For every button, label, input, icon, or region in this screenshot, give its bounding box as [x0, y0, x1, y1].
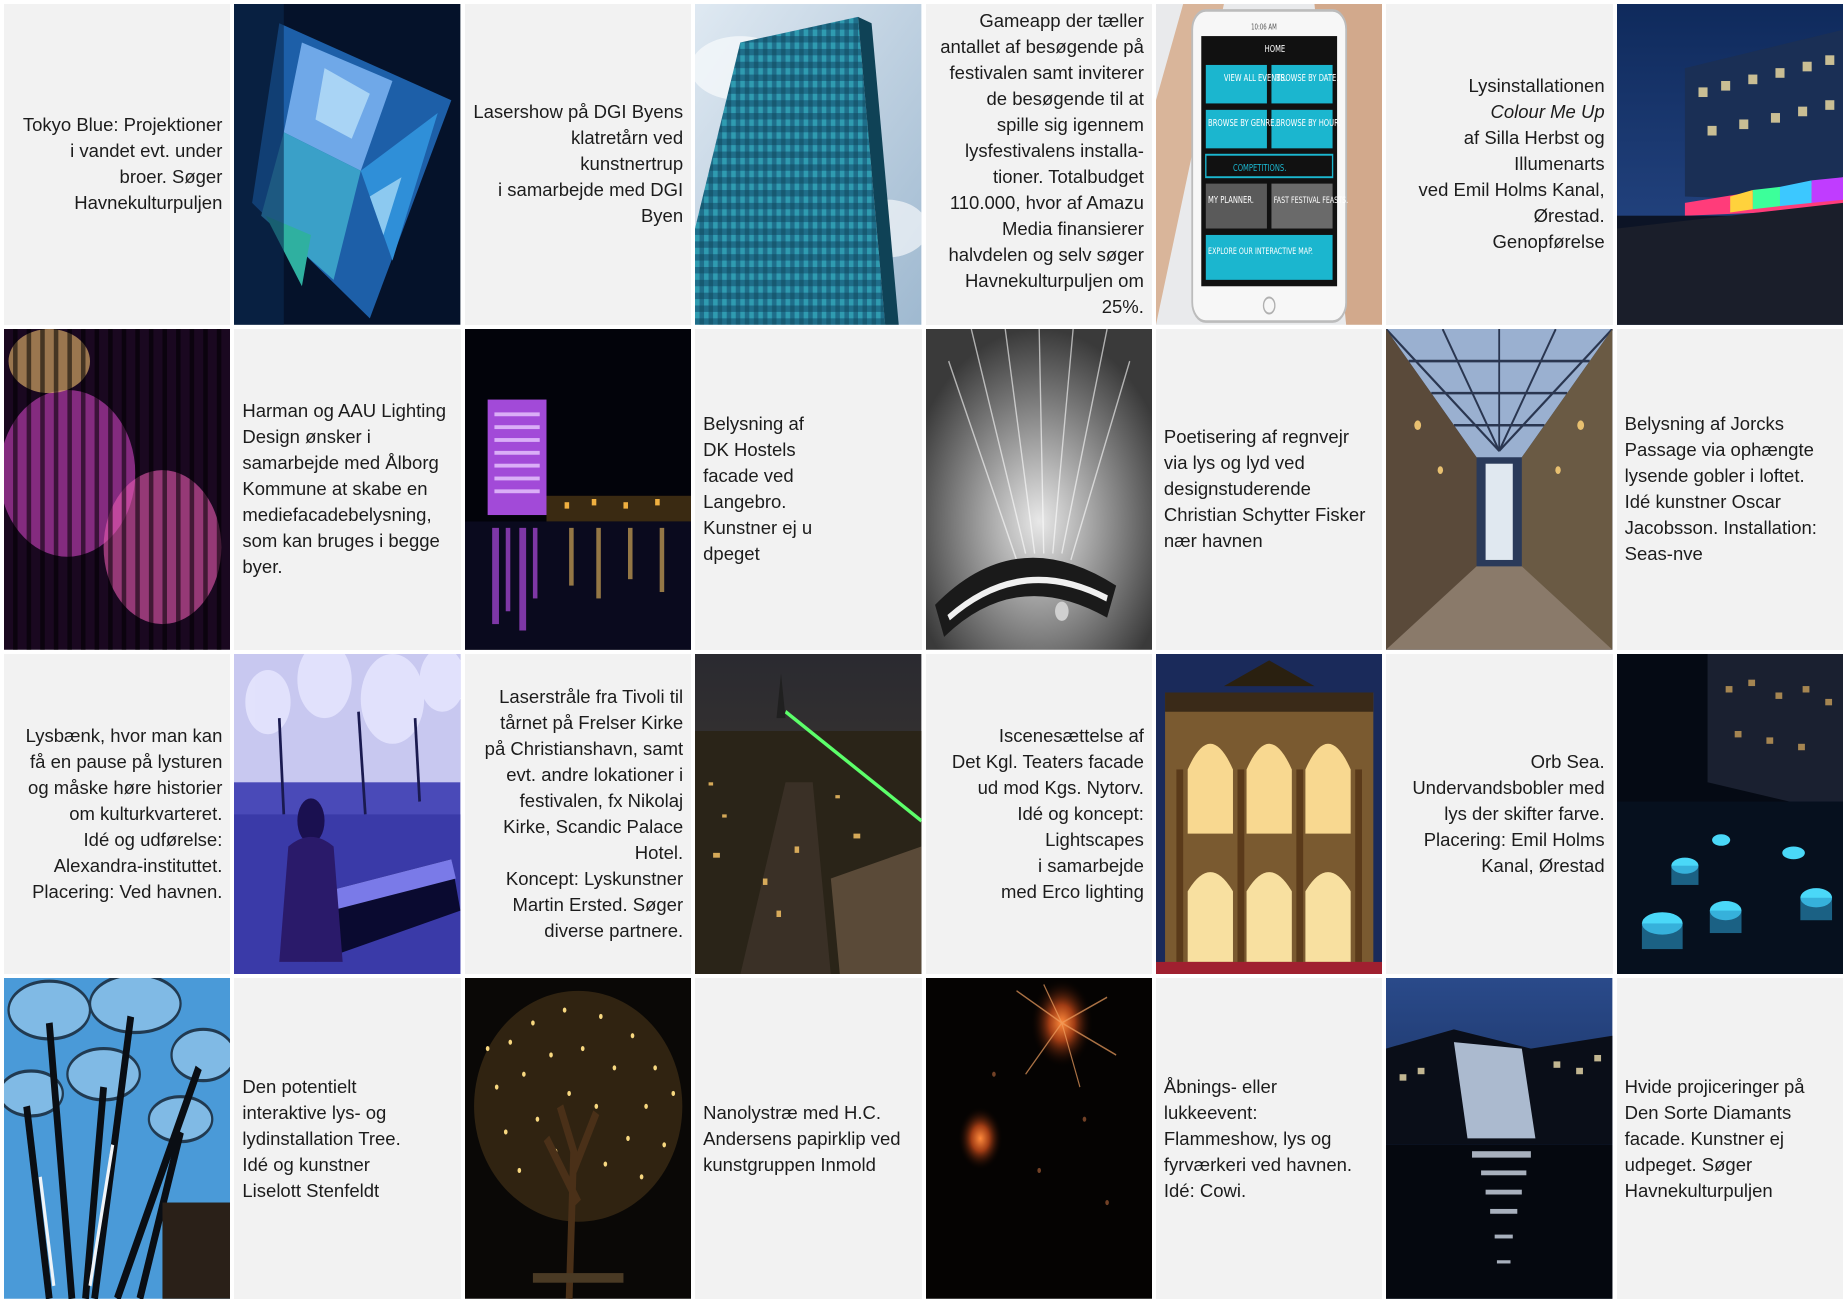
caption-text: Tokyo Blue: Projektioner i vandet evt. u… — [22, 114, 223, 214]
photo-fireworks — [925, 978, 1152, 1299]
caption-tokyo-blue: Tokyo Blue: Projektioner i vandet evt. u… — [4, 4, 231, 325]
photo-laser-over-copenhagen — [695, 653, 922, 975]
phone-home-label: HOME — [1265, 43, 1286, 55]
photo-tree-installation — [4, 978, 231, 1299]
photo-dk-hostels-night — [464, 328, 692, 650]
photo-jorcks-passage — [1386, 328, 1613, 650]
phone-tile-label: EXPLORE OUR INTERACTIVE MAP. — [1208, 246, 1313, 256]
caption-jorcks: Belysning af Jorcks Passage via ophængte… — [1616, 328, 1843, 650]
photo-black-diamond-night — [1386, 978, 1613, 1299]
caption-text: Poetisering af regnvejr via lys og lyd v… — [1163, 426, 1366, 552]
caption-aabning: Åbnings- eller lukkeevent: Flammeshow, l… — [1155, 978, 1383, 1299]
photo-colour-me-up-night — [1616, 4, 1843, 325]
photo-orb-sea-canal — [1616, 653, 1843, 975]
caption-nanolystrae: Nanolystræ med H.C. Andersens papirklip … — [695, 978, 922, 1299]
photo-rain-umbrella — [925, 328, 1152, 650]
caption-lysbaenk: Lysbænk, hvor man kan få en pause på lys… — [4, 653, 231, 975]
caption-colour-me-up: Lysinstallationen Colour Me Up af Silla He… — [1386, 4, 1613, 325]
caption-sorte-diamant: Hvide projiceringer på Den Sorte Diamant… — [1616, 978, 1843, 1299]
caption-text: Harman og AAU Lighting Design ønsker i s… — [242, 400, 446, 578]
caption-text: Hvide projiceringer på Den Sorte Diamant… — [1624, 1075, 1805, 1201]
installation-title: Colour Me Up — [1490, 101, 1605, 123]
caption-text: Lysbænk, hvor man kan få en pause på lys… — [25, 724, 223, 902]
caption-text: Åbnings- eller lukkeevent: Flammeshow, l… — [1163, 1075, 1353, 1201]
caption-text: Orb Sea. Undervandsbobler med lys der sk… — [1412, 750, 1605, 876]
caption-lasershow: Lasershow på DGI Byens klatretårn ved ku… — [464, 4, 692, 325]
photo-phone-app: VIEW ALL EVENTS. BROWSE BY DATE. BROWSE … — [1155, 4, 1383, 325]
caption-text: Iscenesættelse af Det Kgl. Teaters facad… — [951, 724, 1144, 902]
caption-post: af Silla Herbst og Illumenarts ved Emil … — [1418, 127, 1605, 253]
caption-text: Gameapp der tæller antallet af besøgende… — [940, 10, 1144, 318]
photo-tokyo-blue-projection — [234, 4, 461, 325]
caption-text: Belysning af DK Hostels facade ved Lange… — [703, 413, 813, 565]
caption-dk-hostels: Belysning af DK Hostels facade ved Lange… — [695, 328, 922, 650]
caption-gameapp: Gameapp der tæller antallet af besøgende… — [925, 4, 1152, 325]
caption-kgl-teater: Iscenesættelse af Det Kgl. Teaters facad… — [925, 653, 1152, 975]
photo-media-facade — [4, 328, 231, 650]
caption-regnvejr: Poetisering af regnvejr via lys og lyd v… — [1155, 328, 1383, 650]
phone-tile-label: COMPETITIONS. — [1233, 162, 1286, 174]
caption-text: Den potentielt interaktive lys- og lydin… — [242, 1075, 401, 1201]
phone-time: 10:06 AM — [1251, 23, 1277, 32]
project-grid: Tokyo Blue: Projektioner i vandet evt. u… — [0, 0, 1847, 1303]
caption-tree: Den potentielt interaktive lys- og lydin… — [234, 978, 461, 1299]
caption-text: Belysning af Jorcks Passage via ophængte… — [1624, 413, 1817, 565]
photo-dgi-climbing-tower — [695, 4, 922, 325]
caption-text: Nanolystræ med H.C. Andersens papirklip … — [703, 1101, 901, 1175]
photo-royal-theatre-facade — [1155, 653, 1383, 975]
photo-nano-light-tree — [464, 978, 692, 1299]
phone-tile-label: BROWSE BY GENRE. — [1208, 117, 1276, 129]
phone-tile-label: MY PLANNER. — [1208, 194, 1254, 206]
caption-text: Lasershow på DGI Byens klatretårn ved ku… — [473, 101, 684, 227]
caption-harman: Harman og AAU Lighting Design ønsker i s… — [234, 328, 461, 650]
caption-orb-sea: Orb Sea. Undervandsbobler med lys der sk… — [1386, 653, 1613, 975]
phone-tile-label: BROWSE BY HOUR. — [1276, 117, 1341, 129]
photo-light-bench — [234, 653, 461, 975]
phone-tile-label: BROWSE BY DATE. — [1276, 72, 1339, 84]
phone-tile-label: FAST FESTIVAL FEASTS. — [1274, 195, 1348, 205]
caption-text: Lysinstallationen Colour Me Up af Silla He… — [1419, 73, 1605, 255]
caption-pre: Lysinstallationen — [1468, 75, 1605, 97]
caption-tivoli: Laserstråle fra Tivoli til tårnet på Fre… — [464, 653, 692, 975]
caption-text: Laserstråle fra Tivoli til tårnet på Fre… — [484, 685, 684, 941]
